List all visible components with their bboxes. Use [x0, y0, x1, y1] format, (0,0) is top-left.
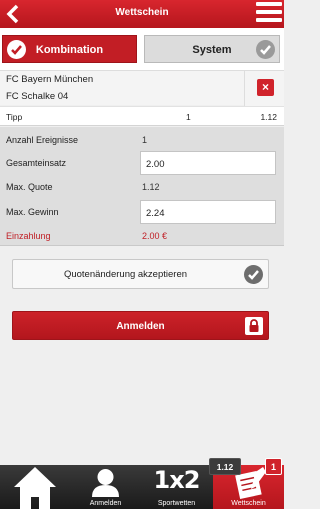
- tab-label: Kombination: [35, 44, 104, 56]
- login-button[interactable]: Anmelden: [12, 311, 269, 340]
- stake-label: Gesamteinsatz: [6, 158, 67, 168]
- nav-sports-label: Sportwetten: [157, 500, 196, 507]
- tab-kombination[interactable]: Kombination: [2, 35, 137, 63]
- tip-row: Tipp 1 1.12: [0, 106, 284, 126]
- remove-column: ×: [244, 71, 284, 106]
- bottom-nav: Anmelden 1x2 Sportwetten Wettschein: [0, 465, 284, 509]
- tip-pick: 1: [186, 112, 191, 122]
- lock-icon: [245, 317, 263, 335]
- max-quote-label: Max. Quote: [6, 182, 53, 192]
- bet-count-badge: 1: [265, 458, 282, 475]
- stake-input[interactable]: 2.00: [140, 151, 276, 175]
- user-icon: [92, 469, 119, 497]
- events-label: Anzahl Ereignisse: [6, 135, 79, 145]
- accept-odds-change-button[interactable]: Quotenänderung akzeptieren: [12, 259, 269, 289]
- deposit-value: 2.00 €: [142, 231, 168, 241]
- header-bar: Wettschein: [0, 0, 284, 28]
- check-icon: [244, 265, 263, 284]
- nav-login-label: Anmelden: [89, 500, 122, 507]
- tab-label: System: [192, 44, 232, 56]
- home-icon: [14, 467, 56, 509]
- events-value: 1: [142, 135, 148, 145]
- accept-odds-label: Quotenänderung akzeptieren: [63, 269, 188, 280]
- check-icon: [7, 40, 26, 59]
- deposit-label: Einzahlung: [6, 231, 51, 241]
- max-win-label: Max. Gewinn: [6, 207, 59, 217]
- max-win-input[interactable]: 2.24: [140, 200, 276, 224]
- summary-panel: Anzahl Ereignisse 1 Gesamteinsatz 2.00 M…: [0, 127, 284, 246]
- menu-icon[interactable]: [256, 2, 282, 26]
- team-home: FC Bayern München: [6, 74, 94, 85]
- tab-system[interactable]: System: [144, 35, 280, 63]
- check-icon: [256, 40, 275, 59]
- max-quote-value: 1.12: [142, 182, 160, 192]
- nav-betslip-label: Wettschein: [231, 500, 266, 507]
- nav-home[interactable]: [0, 465, 70, 509]
- nav-sports[interactable]: 1x2 Sportwetten: [141, 465, 212, 509]
- page-title: Wettschein: [115, 7, 169, 18]
- nav-login[interactable]: Anmelden: [70, 465, 141, 509]
- one-x-two-icon: 1x2: [153, 466, 201, 494]
- match-item: FC Bayern München FC Schalke 04 ×: [0, 70, 284, 106]
- tip-quote: 1.12: [260, 112, 277, 122]
- bet-type-tabs: Kombination System: [0, 28, 284, 70]
- team-away: FC Schalke 04: [6, 91, 69, 102]
- total-odds-badge: 1.12: [209, 458, 241, 475]
- tip-label: Tipp: [6, 112, 23, 122]
- remove-icon[interactable]: ×: [257, 79, 274, 96]
- login-button-label: Anmelden: [116, 321, 165, 332]
